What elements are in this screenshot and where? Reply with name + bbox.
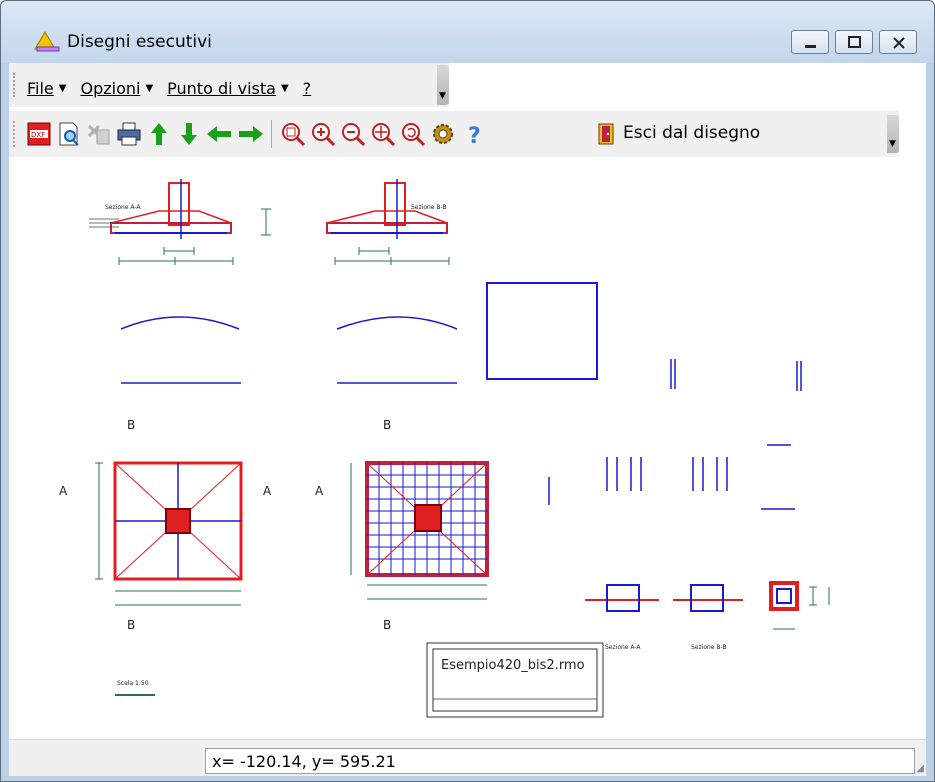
bottom-section-a-title: Sezione A-A bbox=[605, 644, 641, 651]
arrow-up-icon[interactable] bbox=[145, 120, 173, 148]
toolbar-separator bbox=[271, 120, 272, 148]
bottom-sections: Sezione A-A Sezione B-B bbox=[585, 581, 830, 651]
zoom-out-icon[interactable] bbox=[339, 120, 367, 148]
svg-text:?: ? bbox=[468, 124, 481, 148]
exit-drawing-button[interactable]: Esci dal disegno bbox=[623, 123, 760, 143]
zoom-window-icon[interactable] bbox=[279, 120, 307, 148]
rebar-bend-2 bbox=[336, 316, 458, 330]
menu-grip[interactable] bbox=[13, 73, 17, 97]
chevron-down-icon: ▼ bbox=[58, 83, 67, 94]
drawing-canvas[interactable]: Sezione A-A Sezione B-B B B A A B B A Se… bbox=[9, 159, 926, 749]
status-bar: x= -120.14, y= 595.21 ◢ bbox=[9, 739, 926, 776]
stirrup-square bbox=[486, 282, 598, 380]
close-button[interactable] bbox=[879, 30, 917, 54]
menu-punto-di-vista[interactable]: Punto di vista ▼ bbox=[167, 79, 289, 98]
rebar-bend-1 bbox=[120, 316, 240, 330]
zoom-previous-icon[interactable] bbox=[399, 120, 427, 148]
disabled-tool-icon[interactable] bbox=[85, 120, 113, 148]
marker-a-right-1: A bbox=[263, 484, 272, 498]
menu-overflow-chevron[interactable]: ▼ bbox=[437, 65, 449, 105]
print-preview-icon[interactable] bbox=[55, 120, 83, 148]
title-bar[interactable]: Disegni esecutivi bbox=[1, 1, 934, 63]
client-area: File ▼ Opzioni ▼ Punto di vista ▼ ? ▼ DXF bbox=[9, 63, 926, 776]
svg-text:DXF: DXF bbox=[31, 131, 45, 139]
resize-grip-icon[interactable]: ◢ bbox=[916, 763, 924, 774]
title-block: Esempio420_bis2.rmo bbox=[426, 642, 604, 718]
minimize-button[interactable] bbox=[791, 30, 829, 54]
section-a-title: Sezione A-A bbox=[105, 204, 141, 211]
menu-file[interactable]: File ▼ bbox=[27, 79, 66, 98]
chevron-down-icon: ▼ bbox=[280, 83, 289, 94]
chevron-down-icon: ▼ bbox=[439, 91, 446, 101]
section-a-drawing: Sezione A-A bbox=[89, 179, 234, 265]
app-window: Disegni esecutivi File ▼ Opzioni ▼ Punto d… bbox=[0, 0, 935, 782]
plan-view-1: B B A A bbox=[59, 418, 272, 632]
marker-a-left-2: A bbox=[315, 484, 324, 498]
scale-label: Scala 1:50 bbox=[117, 680, 149, 687]
chevron-down-icon: ▼ bbox=[145, 83, 154, 94]
exit-door-icon[interactable] bbox=[593, 120, 621, 148]
menu-help[interactable]: ? bbox=[303, 79, 312, 98]
toolbar-overflow-chevron[interactable]: ▼ bbox=[887, 115, 899, 153]
dxf-export-icon[interactable]: DXF bbox=[25, 120, 53, 148]
arrow-right-icon[interactable] bbox=[237, 120, 265, 148]
zoom-in-icon[interactable] bbox=[309, 120, 337, 148]
marker-b-bottom-1: B bbox=[127, 618, 135, 632]
marker-b-top-1: B bbox=[127, 418, 135, 432]
printer-icon[interactable] bbox=[115, 120, 143, 148]
window-title: Disegni esecutivi bbox=[67, 32, 212, 52]
marker-b-bottom-2: B bbox=[383, 618, 391, 632]
menu-opzioni[interactable]: Opzioni ▼ bbox=[80, 79, 153, 98]
scale-bar: Scala 1:50 bbox=[115, 680, 155, 696]
section-b-drawing: Sezione B-B bbox=[261, 179, 450, 265]
settings-gear-icon[interactable] bbox=[429, 120, 457, 148]
marker-b-top-2: B bbox=[383, 418, 391, 432]
chevron-down-icon: ▼ bbox=[889, 139, 896, 149]
section-b-title: Sezione B-B bbox=[411, 204, 447, 211]
tool-bar: DXF ? Esci dal disegno ▼ bbox=[9, 111, 899, 157]
arrow-left-icon[interactable] bbox=[205, 120, 233, 148]
help-icon[interactable]: ? bbox=[461, 120, 489, 148]
column-details bbox=[548, 359, 802, 510]
coordinates-readout: x= -120.14, y= 595.21 bbox=[205, 748, 915, 774]
maximize-button[interactable] bbox=[835, 30, 873, 54]
menu-bar: File ▼ Opzioni ▼ Punto di vista ▼ ? ▼ bbox=[9, 63, 449, 107]
bottom-section-b-title: Sezione B-B bbox=[691, 644, 727, 651]
zoom-extents-icon[interactable] bbox=[369, 120, 397, 148]
toolbar-grip[interactable] bbox=[13, 121, 17, 147]
app-logo-icon bbox=[33, 29, 61, 53]
menu-list: File ▼ Opzioni ▼ Punto di vista ▼ ? bbox=[27, 79, 325, 98]
plan-view-2: B B A bbox=[315, 418, 489, 632]
arrow-down-icon[interactable] bbox=[175, 120, 203, 148]
marker-a-left-1: A bbox=[59, 484, 68, 498]
drawing-svg: Sezione A-A Sezione B-B B B A A B B A Se… bbox=[59, 179, 830, 718]
title-block-name: Esempio420_bis2.rmo bbox=[441, 658, 585, 673]
